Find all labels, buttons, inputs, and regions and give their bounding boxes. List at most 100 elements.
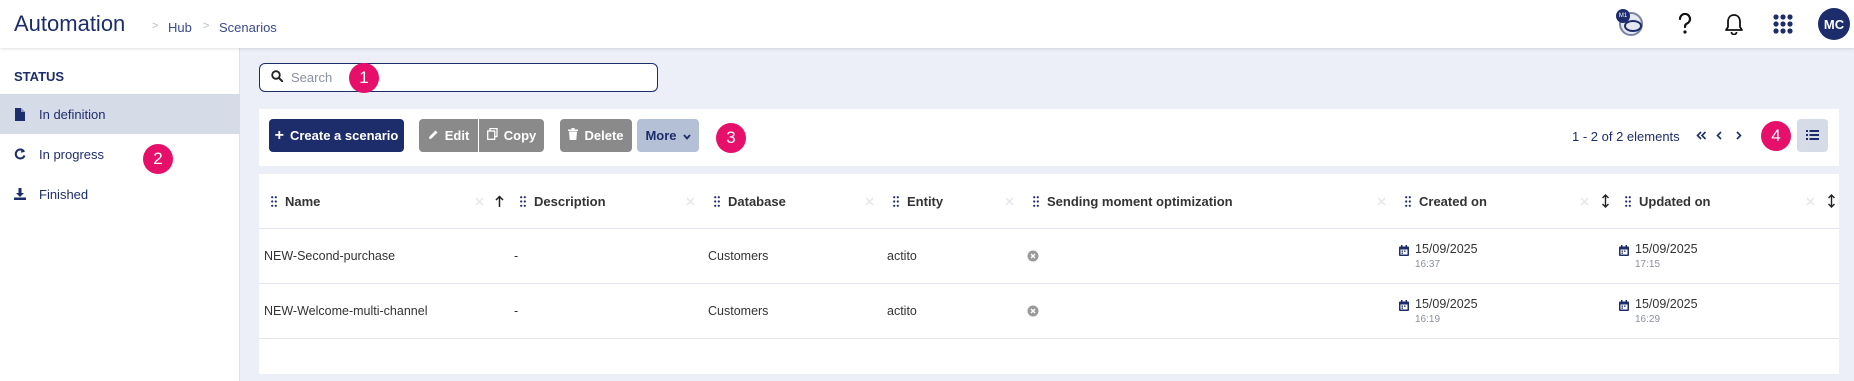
sidebar-item-in-definition[interactable]: In definition: [0, 94, 240, 134]
drag-handle-icon[interactable]: [714, 195, 720, 207]
column-header-updated-on[interactable]: Updated on: [1625, 174, 1711, 228]
calendar-icon: [1399, 243, 1409, 270]
first-page-icon[interactable]: [1693, 127, 1709, 143]
sidebar-item-finished[interactable]: Finished: [0, 174, 240, 214]
column-header-name[interactable]: Name: [271, 174, 320, 228]
more-dropdown-button[interactable]: More: [637, 119, 699, 152]
created-time: 16:37: [1415, 259, 1441, 270]
created-date: 15/09/2025: [1415, 242, 1478, 256]
updated-date: 15/09/2025: [1635, 297, 1698, 311]
column-header-description[interactable]: Description: [520, 174, 606, 228]
drag-handle-icon[interactable]: [1033, 195, 1039, 207]
cell-updated-on: 15/09/2025 17:15: [1619, 242, 1698, 270]
help-icon[interactable]: [1669, 8, 1701, 40]
pencil-icon: [428, 128, 439, 143]
cell-updated-on: 15/09/2025 16:29: [1619, 297, 1698, 325]
cell-name[interactable]: NEW-Second-purchase: [264, 249, 395, 263]
previous-page-icon[interactable]: [1711, 127, 1727, 143]
cell-database: Customers: [708, 304, 769, 318]
annotation-marker-4: 4: [1761, 121, 1791, 151]
cell-description: -: [514, 304, 519, 318]
breadcrumb-hub[interactable]: Hub: [168, 20, 192, 35]
table-row[interactable]: NEW-Second-purchase - Customers actito 1…: [259, 229, 1839, 284]
cell-database: Customers: [708, 249, 769, 263]
create-scenario-button[interactable]: + Create a scenario: [269, 119, 404, 152]
clear-filter-icon[interactable]: [1578, 195, 1590, 207]
sort-both-icon[interactable]: [1825, 193, 1837, 209]
clear-filter-icon[interactable]: [863, 195, 875, 207]
drag-handle-icon[interactable]: [893, 195, 899, 207]
sidebar-heading: STATUS: [14, 69, 65, 84]
breadcrumb-separator: >: [203, 20, 210, 32]
clear-filter-icon[interactable]: [473, 195, 485, 207]
search-input[interactable]: [291, 70, 591, 85]
sidebar-item-label: In progress: [39, 146, 105, 162]
sidebar-item-in-progress[interactable]: In progress: [0, 134, 240, 174]
sidebar: STATUS In definition In progress Finishe…: [0, 48, 240, 381]
copy-button[interactable]: Copy: [479, 119, 544, 152]
list-icon: [1806, 127, 1819, 145]
disabled-cross-icon: [1027, 249, 1039, 262]
drag-handle-icon[interactable]: [1405, 195, 1411, 207]
cell-name[interactable]: NEW-Welcome-multi-channel: [264, 304, 427, 318]
apps-grid-icon[interactable]: [1767, 8, 1799, 40]
file-icon: [14, 107, 26, 121]
next-page-icon[interactable]: [1730, 127, 1746, 143]
user-avatar[interactable]: MC: [1818, 8, 1850, 40]
drag-handle-icon[interactable]: [1625, 195, 1631, 207]
calendar-icon: [1619, 298, 1629, 325]
drag-handle-icon[interactable]: [271, 195, 277, 207]
list-view-toggle[interactable]: [1797, 119, 1828, 152]
table-row[interactable]: NEW-Welcome-multi-channel - Customers ac…: [259, 284, 1839, 339]
updated-time: 17:15: [1635, 259, 1661, 270]
trash-icon: [568, 128, 579, 143]
account-badge: M1: [1616, 9, 1630, 23]
cell-created-on: 15/09/2025 16:37: [1399, 242, 1478, 270]
top-bar: Automation > Hub > Scenarios M1 MC: [0, 0, 1854, 48]
column-header-sending-moment-optimization[interactable]: Sending moment optimization: [1033, 174, 1233, 228]
sort-both-icon[interactable]: [1599, 193, 1611, 209]
plus-icon: +: [274, 126, 284, 144]
created-time: 16:19: [1415, 314, 1441, 325]
annotation-marker-2: 2: [143, 144, 173, 174]
breadcrumb-separator: >: [152, 20, 159, 32]
drag-handle-icon[interactable]: [520, 195, 526, 207]
download-icon: [14, 187, 26, 201]
scenarios-table: Name Description Database Entity Sending…: [259, 174, 1839, 374]
calendar-icon: [1619, 243, 1629, 270]
annotation-marker-3: 3: [716, 123, 746, 153]
chevron-down-icon: [682, 128, 691, 143]
column-header-entity[interactable]: Entity: [893, 174, 943, 228]
breadcrumb-scenarios[interactable]: Scenarios: [219, 20, 277, 35]
edit-button[interactable]: Edit: [419, 119, 478, 152]
cell-entity: actito: [887, 249, 917, 263]
refresh-icon: [14, 147, 26, 161]
search-box[interactable]: [259, 63, 658, 92]
column-header-created-on[interactable]: Created on: [1405, 174, 1487, 228]
clear-filter-icon[interactable]: [684, 195, 696, 207]
updated-time: 16:29: [1635, 314, 1661, 325]
copy-icon: [486, 127, 498, 143]
cell-description: -: [514, 249, 519, 263]
calendar-icon: [1399, 298, 1409, 325]
bell-icon[interactable]: [1718, 8, 1750, 40]
disabled-cross-icon: [1027, 304, 1039, 317]
column-header-database[interactable]: Database: [714, 174, 786, 228]
pagination-info: 1 - 2 of 2 elements: [1572, 129, 1680, 144]
sort-ascending-icon[interactable]: [493, 193, 505, 209]
annotation-marker-1: 1: [349, 63, 379, 93]
clear-filter-icon[interactable]: [1003, 195, 1015, 207]
account-switcher-avatar[interactable]: M1: [1613, 6, 1647, 40]
clear-filter-icon[interactable]: [1375, 195, 1387, 207]
delete-button[interactable]: Delete: [560, 119, 632, 152]
app-title: Automation: [14, 11, 126, 36]
sidebar-item-label: In definition: [39, 106, 106, 122]
updated-date: 15/09/2025: [1635, 242, 1698, 256]
clear-filter-icon[interactable]: [1804, 195, 1816, 207]
cell-entity: actito: [887, 304, 917, 318]
created-date: 15/09/2025: [1415, 297, 1478, 311]
search-icon: [271, 69, 284, 87]
cell-created-on: 15/09/2025 16:19: [1399, 297, 1478, 325]
sidebar-item-label: Finished: [39, 186, 89, 202]
toolbar: + Create a scenario Edit Copy Delete Mor…: [259, 109, 1839, 166]
